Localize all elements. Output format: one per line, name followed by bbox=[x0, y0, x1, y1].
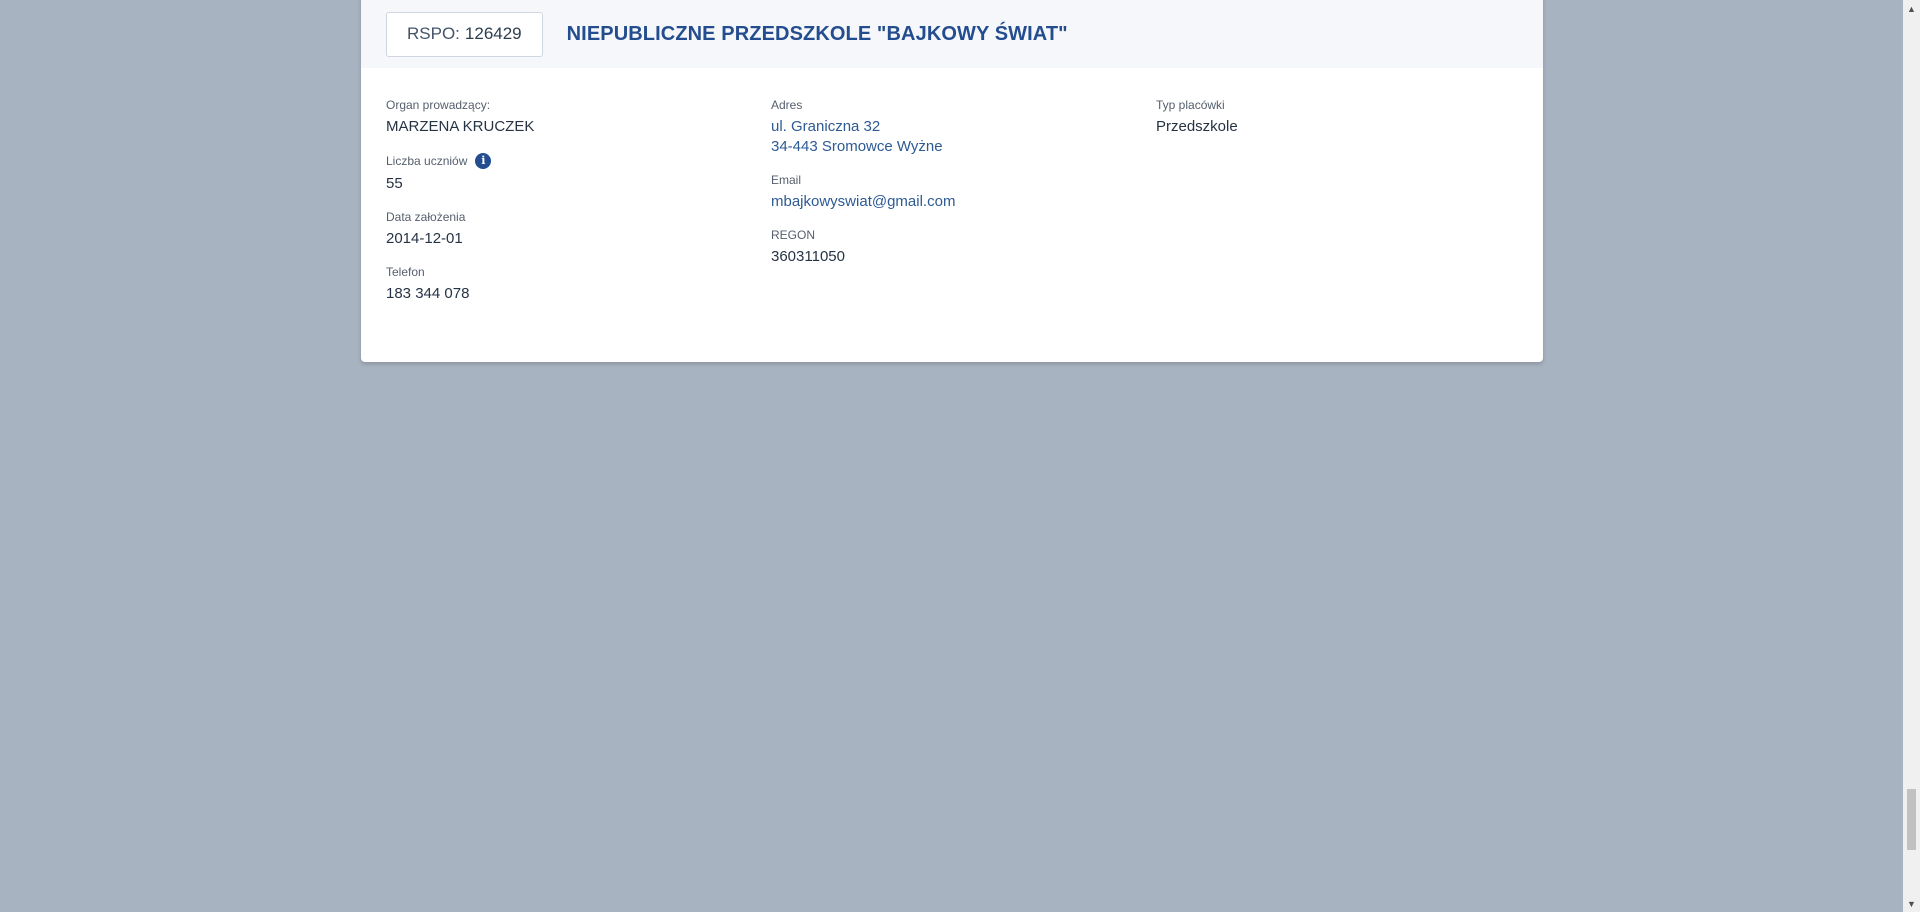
students-label: Liczba uczniów bbox=[386, 154, 468, 168]
details-column-1: Organ prowadzący: MARZENA KRUCZEK Liczba… bbox=[386, 98, 746, 320]
rspo-number: 126429 bbox=[464, 24, 522, 43]
school-card: RSPO: 126429 NIEPUBLICZNE PRZEDSZKOLE "B… bbox=[361, 0, 1543, 362]
rspo-label: RSPO: bbox=[407, 24, 460, 43]
address-line-2: 34-443 Sromowce Wyżne bbox=[771, 138, 943, 155]
regon-label: REGON bbox=[771, 228, 816, 242]
scroll-down-icon[interactable]: ▼ bbox=[1903, 895, 1920, 912]
address-line-1: ul. Graniczna 32 bbox=[771, 118, 881, 135]
email-label: Email bbox=[771, 173, 802, 187]
email-field: Email mbajkowyswiat@gmail.com bbox=[771, 173, 1131, 212]
card-header: RSPO: 126429 NIEPUBLICZNE PRZEDSZKOLE "B… bbox=[361, 0, 1543, 68]
address-label: Adres bbox=[771, 98, 803, 112]
regon-field: REGON 360311050 bbox=[771, 228, 1131, 267]
card-body: Organ prowadzący: MARZENA KRUCZEK Liczba… bbox=[361, 68, 1543, 362]
scroll-thumb[interactable] bbox=[1907, 789, 1916, 850]
type-label: Typ placówki bbox=[1156, 98, 1225, 112]
phone-value: 183 344 078 bbox=[386, 285, 470, 302]
details-column-2: Adres ul. Graniczna 32 34-443 Sromowce W… bbox=[771, 98, 1131, 283]
founded-label: Data założenia bbox=[386, 210, 466, 224]
organ-label: Organ prowadzący: bbox=[386, 98, 491, 112]
email-link[interactable]: mbajkowyswiat@gmail.com bbox=[771, 192, 1131, 212]
page: RSPO: 126429 NIEPUBLICZNE PRZEDSZKOLE "B… bbox=[0, 0, 1920, 912]
organ-field: Organ prowadzący: MARZENA KRUCZEK bbox=[386, 98, 746, 137]
phone-field: Telefon 183 344 078 bbox=[386, 265, 746, 304]
students-field: Liczba uczniów i 55 bbox=[386, 153, 746, 194]
phone-label: Telefon bbox=[386, 265, 425, 279]
vertical-scrollbar[interactable]: ▲ ▼ bbox=[1903, 0, 1920, 912]
regon-value: 360311050 bbox=[771, 248, 845, 265]
school-name: NIEPUBLICZNE PRZEDSZKOLE "BAJKOWY ŚWIAT" bbox=[566, 22, 1068, 45]
organ-value: MARZENA KRUCZEK bbox=[386, 118, 535, 135]
type-value: Przedszkole bbox=[1156, 118, 1238, 135]
address-field: Adres ul. Graniczna 32 34-443 Sromowce W… bbox=[771, 98, 1131, 157]
details-column-3: Typ placówki Przedszkole bbox=[1156, 98, 1516, 153]
address-link[interactable]: ul. Graniczna 32 34-443 Sromowce Wyżne bbox=[771, 117, 1131, 157]
founded-value: 2014-12-01 bbox=[386, 230, 463, 247]
rspo-badge: RSPO: 126429 bbox=[386, 11, 543, 57]
students-label-row: Liczba uczniów i bbox=[386, 153, 746, 169]
founded-field: Data założenia 2014-12-01 bbox=[386, 210, 746, 249]
scroll-up-icon[interactable]: ▲ bbox=[1903, 0, 1920, 17]
info-icon[interactable]: i bbox=[475, 153, 492, 169]
type-field: Typ placówki Przedszkole bbox=[1156, 98, 1516, 137]
students-value: 55 bbox=[386, 175, 403, 192]
